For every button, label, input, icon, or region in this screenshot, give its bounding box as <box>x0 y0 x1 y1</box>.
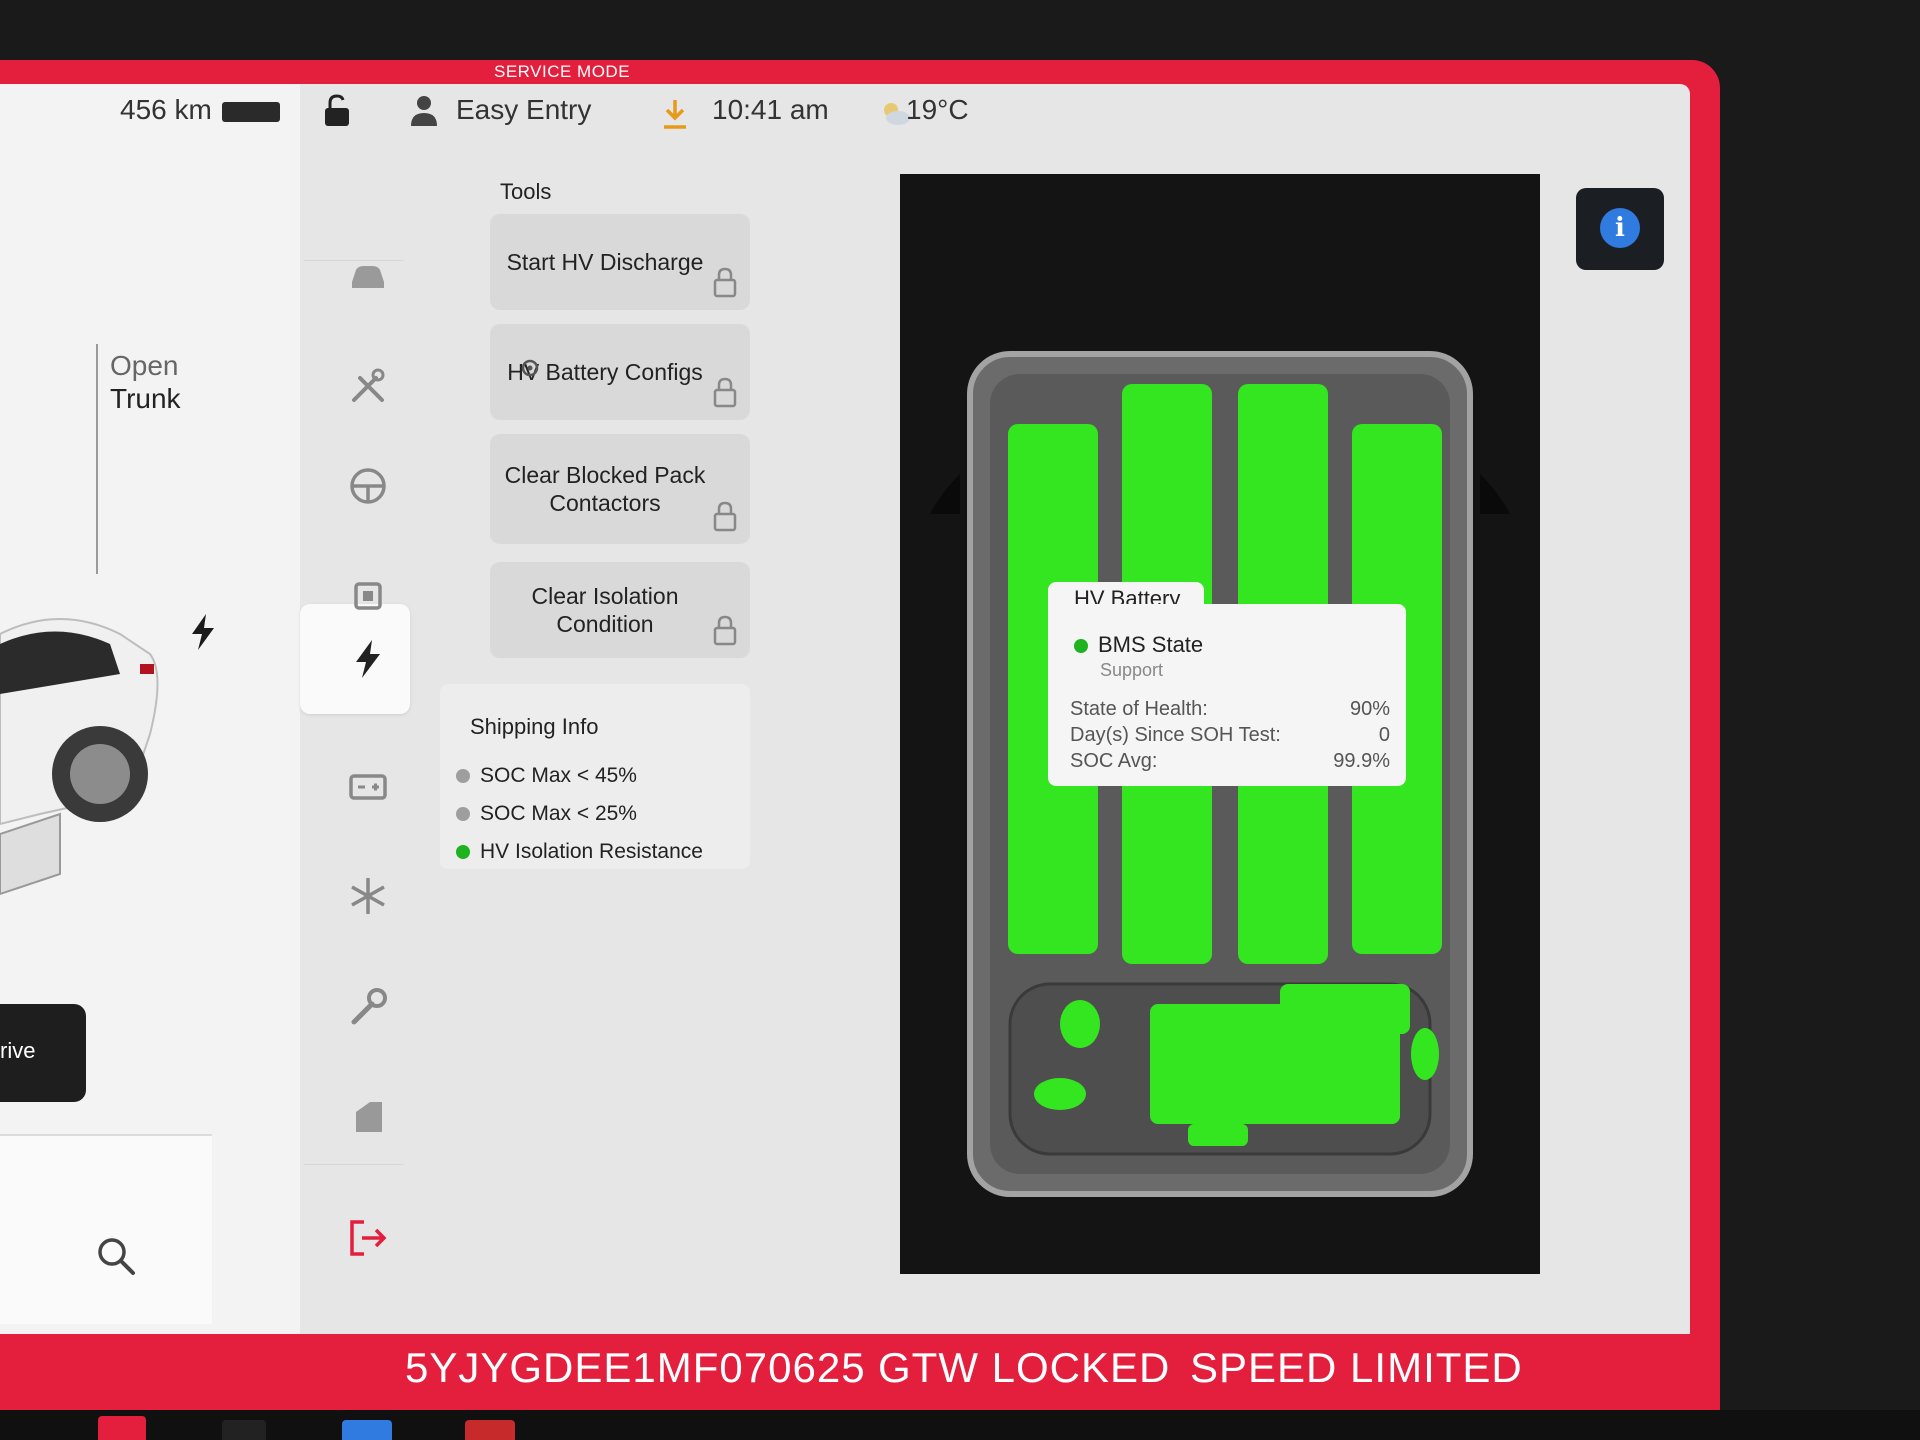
car-illustration <box>0 618 159 896</box>
bms-state-value: Support <box>1100 660 1164 680</box>
hv-stat-row: State of Health: 90% <box>1070 698 1390 721</box>
car-panel: Open Trunk rive <box>0 84 300 1334</box>
exit-icon[interactable] <box>346 1216 390 1260</box>
sensor-component <box>1034 1078 1086 1110</box>
status-dot-green <box>456 845 470 860</box>
left-mirror <box>930 474 960 514</box>
download-icon[interactable] <box>662 98 688 130</box>
toolbox-app-icon[interactable] <box>98 1416 146 1440</box>
status-bar: 456 km Easy Entry 10:41 am 19°C <box>0 84 1690 146</box>
battery-icon[interactable] <box>346 764 390 808</box>
gear-icon <box>521 359 539 377</box>
dock-app-icon[interactable] <box>342 1420 392 1440</box>
hv-stat-label: SOC Avg: <box>1070 750 1158 772</box>
clock: 10:41 am <box>712 94 829 125</box>
dock-strip <box>0 1410 1920 1440</box>
battery-level-icon <box>222 102 280 122</box>
shipping-info-row: HV Isolation Resistance <box>456 840 703 864</box>
shipping-item-label: SOC Max < 45% <box>480 764 637 787</box>
hv-stat-row: Day(s) Since SOH Test: 0 <box>1070 724 1390 747</box>
penthouse-connector <box>1280 984 1410 1034</box>
shipping-info-title: Shipping Info <box>470 714 599 739</box>
chip-icon[interactable] <box>346 574 390 618</box>
hv-battery-card: BMS State Support State of Health: 90% D… <box>1048 604 1406 786</box>
speed-status: SPEED LIMITED <box>1190 1344 1523 1391</box>
search-icon[interactable] <box>96 1236 136 1276</box>
lower-card <box>0 1134 212 1324</box>
bms-state-row: BMS State <box>1074 632 1203 658</box>
bottom-connector <box>1188 1124 1248 1146</box>
bms-state-label: BMS State <box>1098 632 1204 657</box>
dock-app-icon[interactable] <box>465 1420 515 1440</box>
snowflake-icon[interactable] <box>346 874 390 918</box>
service-mode-top-label: SERVICE MODE <box>494 62 631 81</box>
info-icon: i <box>1600 208 1640 248</box>
steering-wheel-icon[interactable] <box>346 464 390 508</box>
service-banner: 5YJYGDEE1MF070625 GTW LOCKED SPEED LIMIT… <box>0 1334 1720 1404</box>
fuse-component <box>1060 1000 1100 1048</box>
lock-icon <box>713 377 737 408</box>
tool-label: Clear Blocked Pack Contactors <box>504 462 706 516</box>
open-trunk-label-1: Open <box>110 350 179 381</box>
unlocked-icon[interactable] <box>322 94 352 128</box>
open-trunk-button[interactable]: Open Trunk <box>110 349 181 415</box>
shipping-info-row: SOC Max < 45% <box>456 764 637 788</box>
clear-isolation-condition-button[interactable]: Clear Isolation Condition <box>490 562 750 658</box>
service-nav <box>300 164 430 1334</box>
hv-stat-label: Day(s) Since SOH Test: <box>1070 724 1281 746</box>
right-mirror <box>1480 474 1510 514</box>
shipping-item-label: SOC Max < 25% <box>480 802 637 825</box>
door-icon[interactable] <box>346 1094 390 1138</box>
tool-label: Start HV Discharge <box>506 249 704 275</box>
display: Open Trunk rive 456 km Easy Entry 10:41 … <box>0 84 1690 1334</box>
car-icon[interactable] <box>346 254 390 298</box>
shipping-info-row: SOC Max < 25% <box>456 802 637 826</box>
hv-stat-value: 0 <box>1378 724 1390 746</box>
trunk-indicator-line <box>96 344 98 574</box>
clear-blocked-pack-contactors-button[interactable]: Clear Blocked Pack Contactors <box>490 434 750 544</box>
info-button[interactable]: i <box>1576 188 1664 270</box>
side-connector <box>1411 1028 1439 1080</box>
lock-icon <box>713 501 737 532</box>
gtw-status: GTW LOCKED <box>878 1344 1171 1391</box>
status-dot-gray <box>456 807 470 822</box>
lock-icon <box>713 267 737 298</box>
hv-stat-row: SOC Avg: 99.9% <box>1070 750 1390 773</box>
outside-temperature: 19°C <box>906 94 969 125</box>
status-dot-green <box>1074 639 1088 654</box>
tools-section-title: Tools <box>500 179 552 204</box>
wrench-icon[interactable] <box>346 984 390 1028</box>
charge-port-bolt-icon[interactable] <box>192 614 214 650</box>
tool-label: Clear Isolation Condition <box>531 583 679 637</box>
lightning-icon[interactable] <box>346 636 390 680</box>
hv-stat-value: 99.9% <box>1333 750 1390 772</box>
drive-label: rive <box>0 1038 36 1063</box>
open-trunk-label-2: Trunk <box>110 383 181 414</box>
lock-icon <box>713 615 737 646</box>
drive-button[interactable]: rive <box>0 1004 86 1102</box>
hv-battery-configs-button[interactable]: HV Battery Configs <box>490 324 750 420</box>
driver-profile-icon[interactable] <box>410 94 438 126</box>
status-dot-gray <box>456 769 470 784</box>
range-readout: 456 km <box>120 94 212 125</box>
dock-app-icon[interactable] <box>222 1420 266 1440</box>
tools-icon[interactable] <box>346 364 390 408</box>
service-mode-frame: SERVICE MODE SERVICE MODE Open Trunk riv <box>0 60 1720 1410</box>
hv-stat-label: State of Health: <box>1070 698 1208 720</box>
vin-label: 5YJYGDEE1MF070625 <box>405 1344 866 1391</box>
shipping-item-label: HV Isolation Resistance <box>480 840 703 863</box>
hv-stat-value: 90% <box>1349 698 1390 720</box>
driver-profile-name[interactable]: Easy Entry <box>456 94 591 126</box>
start-hv-discharge-button[interactable]: Start HV Discharge <box>490 214 750 310</box>
nav-divider <box>304 1164 404 1165</box>
